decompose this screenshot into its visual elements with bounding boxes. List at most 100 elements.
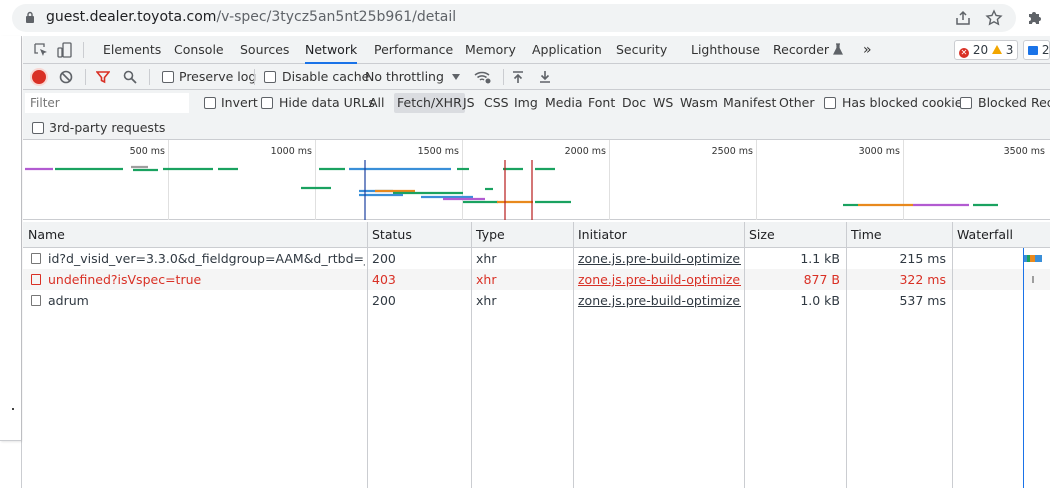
tab-security[interactable]: Security [616,36,667,64]
request-type: xhr [476,272,497,287]
column-divider[interactable] [367,222,368,488]
filter-type-font[interactable]: Font [588,90,615,116]
waterfall-time-marker [1023,248,1024,488]
request-size: 1.0 kB [800,293,840,308]
hide-data-urls-checkbox[interactable] [261,97,273,109]
inspect-element-icon[interactable] [33,42,49,58]
filter-type-manifest[interactable]: Manifest [723,90,776,116]
column-divider[interactable] [471,222,472,488]
filter-type-ws[interactable]: WS [653,90,673,116]
search-icon[interactable] [123,70,137,84]
divider [83,42,84,58]
column-header-initiator[interactable]: Initiator [573,222,744,248]
divider [85,69,86,85]
tab-network[interactable]: Network [305,36,358,64]
overview-timeline: 500 ms 1000 ms 1500 ms 2000 ms 2500 ms 3… [25,140,1045,220]
request-initiator[interactable]: zone.js.pre-build-optimizer.js... [573,269,741,290]
invert-checkbox[interactable] [204,97,216,109]
column-header-status[interactable]: Status [367,222,471,248]
filter-input[interactable] [25,93,189,113]
divider [503,69,504,85]
url-text[interactable]: guest.dealer.toyota.com/v-spec/3tycz5an5… [46,9,456,25]
more-tabs-button[interactable]: » [863,36,872,64]
devtools-tabbar: Elements Console Sources Network Perform… [23,36,1050,64]
column-header-waterfall[interactable]: Waterfall [952,222,1050,248]
messages-badge[interactable]: 2 [1023,40,1050,60]
column-header-time[interactable]: Time [846,222,952,248]
column-header-name[interactable]: Name [23,222,367,248]
waterfall-bar [1024,255,1042,262]
device-toolbar-icon[interactable] [57,42,73,58]
third-party-checkbox[interactable] [32,122,44,134]
filter-type-wasm[interactable]: Wasm [680,90,718,116]
column-divider[interactable] [952,222,953,488]
tick-2500ms: 2500 ms [712,146,753,157]
throttling-select[interactable]: No throttling [365,64,444,90]
filter-type-fetch-xhr[interactable]: Fetch/XHR [394,93,465,113]
export-har-icon[interactable] [539,70,551,84]
filter-icon[interactable] [96,70,110,84]
filter-bar: Invert Hide data URLs All Fetch/XHR JS C… [23,90,1050,116]
issues-badge[interactable]: ✕ 20 3 [954,40,1019,60]
warning-count: 3 [1005,43,1014,57]
column-divider[interactable] [846,222,847,488]
lock-icon[interactable] [25,11,35,24]
request-doc-icon [31,295,41,306]
request-initiator[interactable]: zone.js.pre-build-optimizer.js... [573,248,741,269]
tab-application[interactable]: Application [532,36,602,64]
import-har-icon[interactable] [512,70,524,84]
hide-data-urls-label: Hide data URLs [279,95,375,110]
column-header-size[interactable]: Size [744,222,846,248]
column-divider[interactable] [744,222,745,488]
request-name: id?d_visid_ver=3.3.0&d_fieldgroup=AAM&d_… [48,251,365,266]
preserve-log-checkbox[interactable] [162,71,174,83]
filter-type-media[interactable]: Media [545,90,583,116]
filter-type-css[interactable]: CSS [484,90,509,116]
tab-recorder[interactable]: Recorder [773,36,843,64]
clear-icon[interactable] [59,70,73,84]
blocked-cookies-checkbox[interactable] [824,97,836,109]
filter-type-doc[interactable]: Doc [622,90,646,116]
request-doc-icon [31,253,41,264]
request-status: 200 [372,293,396,308]
tab-sources[interactable]: Sources [240,36,289,64]
tick-500ms: 500 ms [130,146,165,157]
table-row[interactable]: id?d_visid_ver=3.3.0&d_fieldgroup=AAM&d_… [23,248,1050,269]
record-button[interactable] [32,70,46,84]
request-status: 200 [372,251,396,266]
table-row[interactable]: adrum 200 xhr zone.js.pre-build-optimize… [23,290,1050,311]
network-toolbar: Preserve log Disable cache No throttling [23,64,1050,90]
tab-performance[interactable]: Performance [374,36,453,64]
disable-cache-checkbox[interactable] [264,71,276,83]
blocked-requests-checkbox[interactable] [960,97,972,109]
filter-type-all[interactable]: All [369,90,385,116]
tab-memory[interactable]: Memory [465,36,516,64]
filter-type-other[interactable]: Other [779,90,815,116]
request-status: 403 [372,272,396,287]
overview-tick-labels: 500 ms 1000 ms 1500 ms 2000 ms 2500 ms 3… [130,146,1045,157]
url-host: guest.dealer.toyota.com [46,9,217,25]
tab-lighthouse[interactable]: Lighthouse [691,36,760,64]
network-overview[interactable]: 500 ms 1000 ms 1500 ms 2000 ms 2500 ms 3… [23,140,1050,220]
column-header-type[interactable]: Type [471,222,573,248]
extensions-icon[interactable] [1025,9,1043,27]
request-size: 1.1 kB [800,251,840,266]
warning-icon [991,45,1002,54]
share-icon[interactable] [954,9,972,27]
tick-3500ms: 3500 ms [1004,146,1045,157]
column-divider[interactable] [573,222,574,488]
chevron-down-icon[interactable] [452,74,460,80]
tab-console[interactable]: Console [174,36,224,64]
request-doc-icon [31,274,41,285]
table-row[interactable]: undefined?isVspec=true 403 xhr zone.js.p… [23,269,1050,290]
filter-type-img[interactable]: Img [514,90,538,116]
network-conditions-icon[interactable] [474,69,492,85]
requests-table: Name Status Type Initiator Size Time Wat… [23,222,1050,488]
request-size: 877 B [803,272,840,287]
error-count: 20 [972,43,989,57]
request-name: adrum [48,293,89,308]
tab-elements[interactable]: Elements [103,36,161,64]
request-initiator[interactable]: zone.js.pre-build-optimizer.js... [573,290,741,311]
filter-type-js[interactable]: JS [463,90,475,116]
bookmark-star-icon[interactable] [985,9,1003,27]
